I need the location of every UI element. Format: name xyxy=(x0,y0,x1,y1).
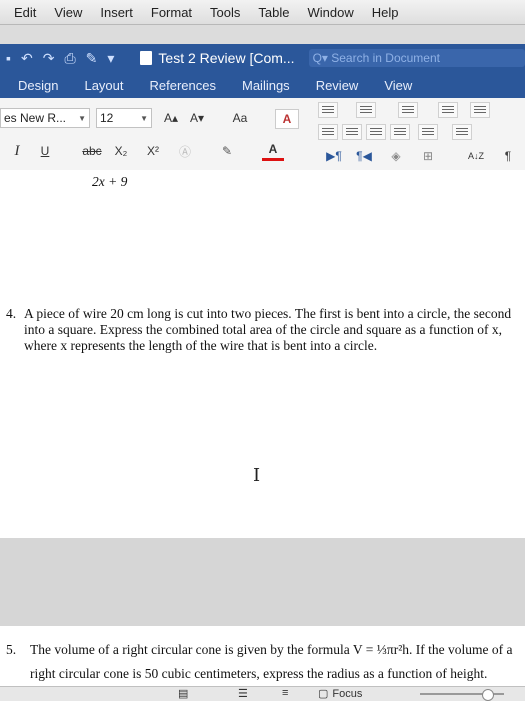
page-gap xyxy=(0,538,525,626)
numbering-icon[interactable] xyxy=(356,102,376,118)
tab-references[interactable]: References xyxy=(137,78,229,93)
menu-window[interactable]: Window xyxy=(298,5,362,20)
save-icon[interactable]: ▪ xyxy=(6,50,11,66)
font-name-select[interactable]: es New R... ▼ xyxy=(0,108,90,128)
edit-icon[interactable]: ✎ xyxy=(86,50,98,67)
align-left-icon[interactable] xyxy=(318,124,338,140)
tab-view[interactable]: View xyxy=(371,78,425,93)
tab-mailings[interactable]: Mailings xyxy=(229,78,303,93)
print-layout-icon[interactable]: ▤ xyxy=(178,687,188,700)
tab-review[interactable]: Review xyxy=(303,78,372,93)
quick-access-toolbar: ▪ ↶ ↷ ⎙ ✎ ▾ xyxy=(0,50,114,67)
title-bar: ▪ ↶ ↷ ⎙ ✎ ▾ Test 2 Review [Com... Q▾ Sea… xyxy=(0,44,525,72)
tab-layout[interactable]: Layout xyxy=(71,78,136,93)
focus-icon: ▢ xyxy=(318,688,329,700)
align-right-icon[interactable] xyxy=(366,124,386,140)
ltr-paragraph-icon[interactable]: ▶¶ xyxy=(322,148,346,164)
menu-edit[interactable]: Edit xyxy=(0,5,45,20)
question-5-line-1: The volume of a right circular cone is g… xyxy=(30,642,513,657)
document-page[interactable]: 2x + 9 4. A piece of wire 20 cm long is … xyxy=(0,170,525,538)
question-5-number: 5. xyxy=(6,642,17,657)
grow-font-button[interactable]: A▴ xyxy=(160,110,182,126)
menu-tools[interactable]: Tools xyxy=(201,5,249,20)
justify-icon[interactable] xyxy=(390,124,410,140)
document-title: Test 2 Review [Com... xyxy=(140,50,295,66)
question-5-line-2: right circular cone is 50 cubic centimet… xyxy=(30,666,488,681)
question-4-line-1: A piece of wire 20 cm long is cut into t… xyxy=(24,306,512,321)
superscript-button[interactable]: X² xyxy=(142,142,164,160)
zoom-slider-thumb[interactable] xyxy=(482,689,494,701)
document-icon xyxy=(140,51,153,65)
menu-help[interactable]: Help xyxy=(363,5,408,20)
borders-icon[interactable]: ⊞ xyxy=(420,148,436,164)
font-size-value: 12 xyxy=(100,111,114,125)
menu-bar: Edit View Insert Format Tools Table Wind… xyxy=(0,0,525,25)
highlighter-icon[interactable]: ✎ xyxy=(216,142,238,160)
search-placeholder: Q▾ Search in Document xyxy=(312,51,440,65)
menu-table[interactable]: Table xyxy=(249,5,298,20)
italic-button[interactable]: I xyxy=(10,142,24,160)
draft-view-icon[interactable]: ≡ xyxy=(282,687,288,699)
tab-design[interactable]: Design xyxy=(0,78,71,93)
question-4-number: 4. xyxy=(6,306,17,321)
sort-button[interactable]: A↓Z xyxy=(466,147,486,165)
font-name-value: es New R... xyxy=(4,111,67,125)
underline-button[interactable]: U xyxy=(38,142,52,160)
chevron-down-icon: ▼ xyxy=(78,113,86,123)
multilevel-list-icon[interactable] xyxy=(398,102,418,118)
clear-formatting-icon[interactable]: A xyxy=(275,109,299,129)
line-spacing-icon[interactable] xyxy=(418,124,438,140)
shrink-font-button[interactable]: A▾ xyxy=(186,110,208,126)
strikethrough-button[interactable]: abc xyxy=(80,142,104,160)
bullets-icon[interactable] xyxy=(318,102,338,118)
print-icon[interactable]: ⎙ xyxy=(64,50,75,67)
decrease-indent-icon[interactable] xyxy=(438,102,458,118)
question-4-line-2: into a square. Express the combined tota… xyxy=(24,322,502,337)
undo-icon[interactable]: ↶ xyxy=(21,50,33,67)
focus-label: Focus xyxy=(332,687,363,700)
show-formatting-button[interactable]: ¶ xyxy=(500,148,516,164)
equation-fragment: 2x + 9 xyxy=(92,174,128,189)
menu-insert[interactable]: Insert xyxy=(91,5,142,20)
rtl-paragraph-icon[interactable]: ¶◀ xyxy=(352,148,376,164)
shading-icon[interactable]: ◈ xyxy=(388,148,404,164)
outline-view-icon[interactable]: ☰ xyxy=(238,687,248,700)
chevron-down-icon: ▼ xyxy=(140,113,148,123)
customize-toolbar-icon[interactable]: ▾ xyxy=(107,50,114,67)
focus-button[interactable]: ▢ Focus xyxy=(318,687,363,701)
increase-indent-icon[interactable] xyxy=(470,102,490,118)
subscript-button[interactable]: X₂ xyxy=(110,142,132,160)
font-color-button[interactable]: A xyxy=(262,140,284,161)
ribbon-home: es New R... ▼ 12 ▼ A▴ A▾ Aa A I U abc X₂… xyxy=(0,98,525,171)
question-4-line-3: where x represents the length of the wir… xyxy=(24,338,378,353)
font-size-select[interactable]: 12 ▼ xyxy=(96,108,152,128)
change-case-button[interactable]: Aa xyxy=(228,110,252,126)
text-cursor-icon: Ι xyxy=(253,465,261,486)
columns-icon[interactable] xyxy=(452,124,472,140)
align-center-icon[interactable] xyxy=(342,124,362,140)
menu-format[interactable]: Format xyxy=(142,5,201,20)
document-page-2[interactable]: 5. The volume of a right circular cone i… xyxy=(0,626,525,686)
text-effects-icon[interactable]: Ⓐ xyxy=(176,142,194,160)
menu-view[interactable]: View xyxy=(45,5,91,20)
document-title-text: Test 2 Review [Com... xyxy=(158,50,295,66)
search-input[interactable]: Q▾ Search in Document xyxy=(308,49,525,67)
ribbon-tabs: Design Layout References Mailings Review… xyxy=(0,72,525,98)
status-bar: ▤ ☰ ≡ ▢ Focus xyxy=(0,686,525,701)
redo-icon[interactable]: ↷ xyxy=(43,50,55,67)
